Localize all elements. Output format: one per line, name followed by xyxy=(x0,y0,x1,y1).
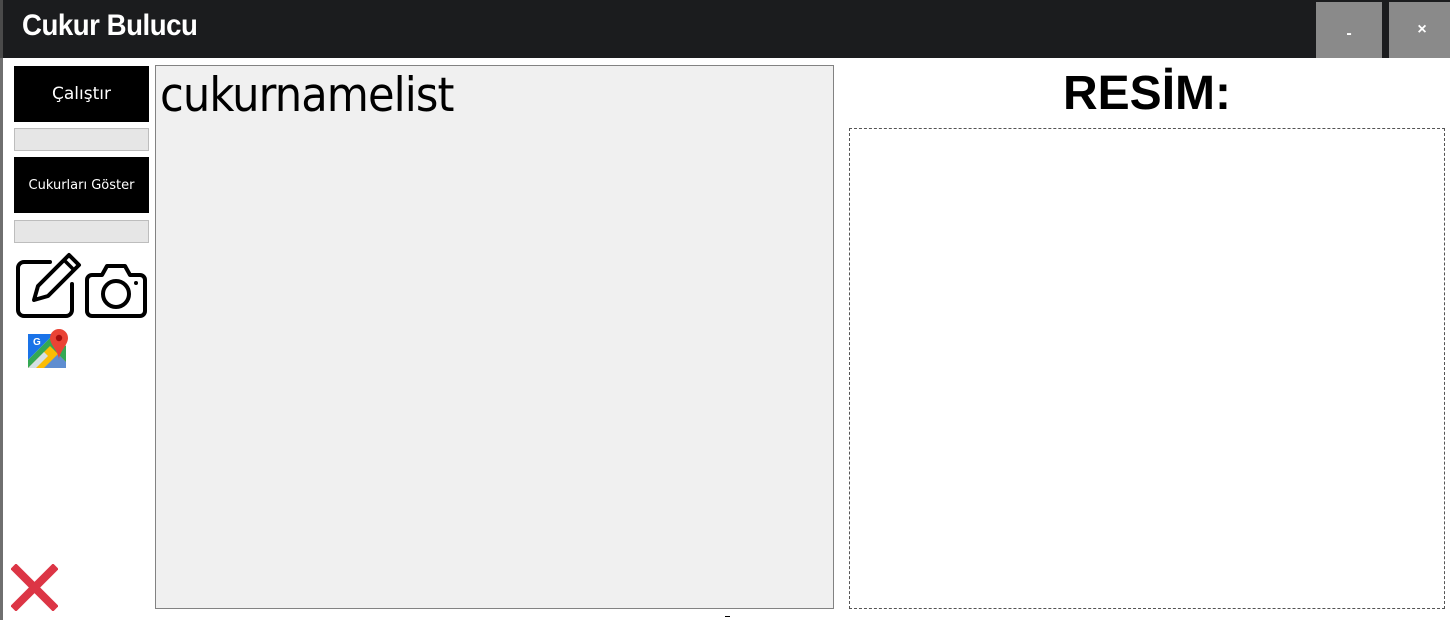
show-pits-button[interactable]: Cukurları Göster xyxy=(14,157,149,213)
list-item[interactable]: cukurnamelist xyxy=(160,68,454,123)
app-title: Cukur Bulucu xyxy=(22,9,198,42)
run-button[interactable]: Çalıştır xyxy=(14,66,149,122)
image-picture-box xyxy=(849,128,1445,609)
google-maps-icon[interactable]: G xyxy=(24,328,70,372)
title-bar: Cukur Bulucu - × xyxy=(0,0,1450,58)
window-left-border xyxy=(0,58,3,620)
divider-mark xyxy=(725,616,730,617)
camera-icon[interactable] xyxy=(84,263,148,319)
edit-icon[interactable] xyxy=(14,252,82,320)
close-button[interactable]: × xyxy=(1389,2,1450,58)
svg-text:G: G xyxy=(33,337,41,348)
pit-name-list[interactable]: cukurnamelist xyxy=(155,65,834,609)
progress-bar-2 xyxy=(14,220,149,243)
minimize-button[interactable]: - xyxy=(1316,2,1382,58)
progress-bar-1 xyxy=(14,128,149,151)
minimize-label: - xyxy=(1346,25,1352,42)
image-label: RESİM: xyxy=(1063,67,1231,120)
red-close-icon[interactable] xyxy=(11,564,58,611)
